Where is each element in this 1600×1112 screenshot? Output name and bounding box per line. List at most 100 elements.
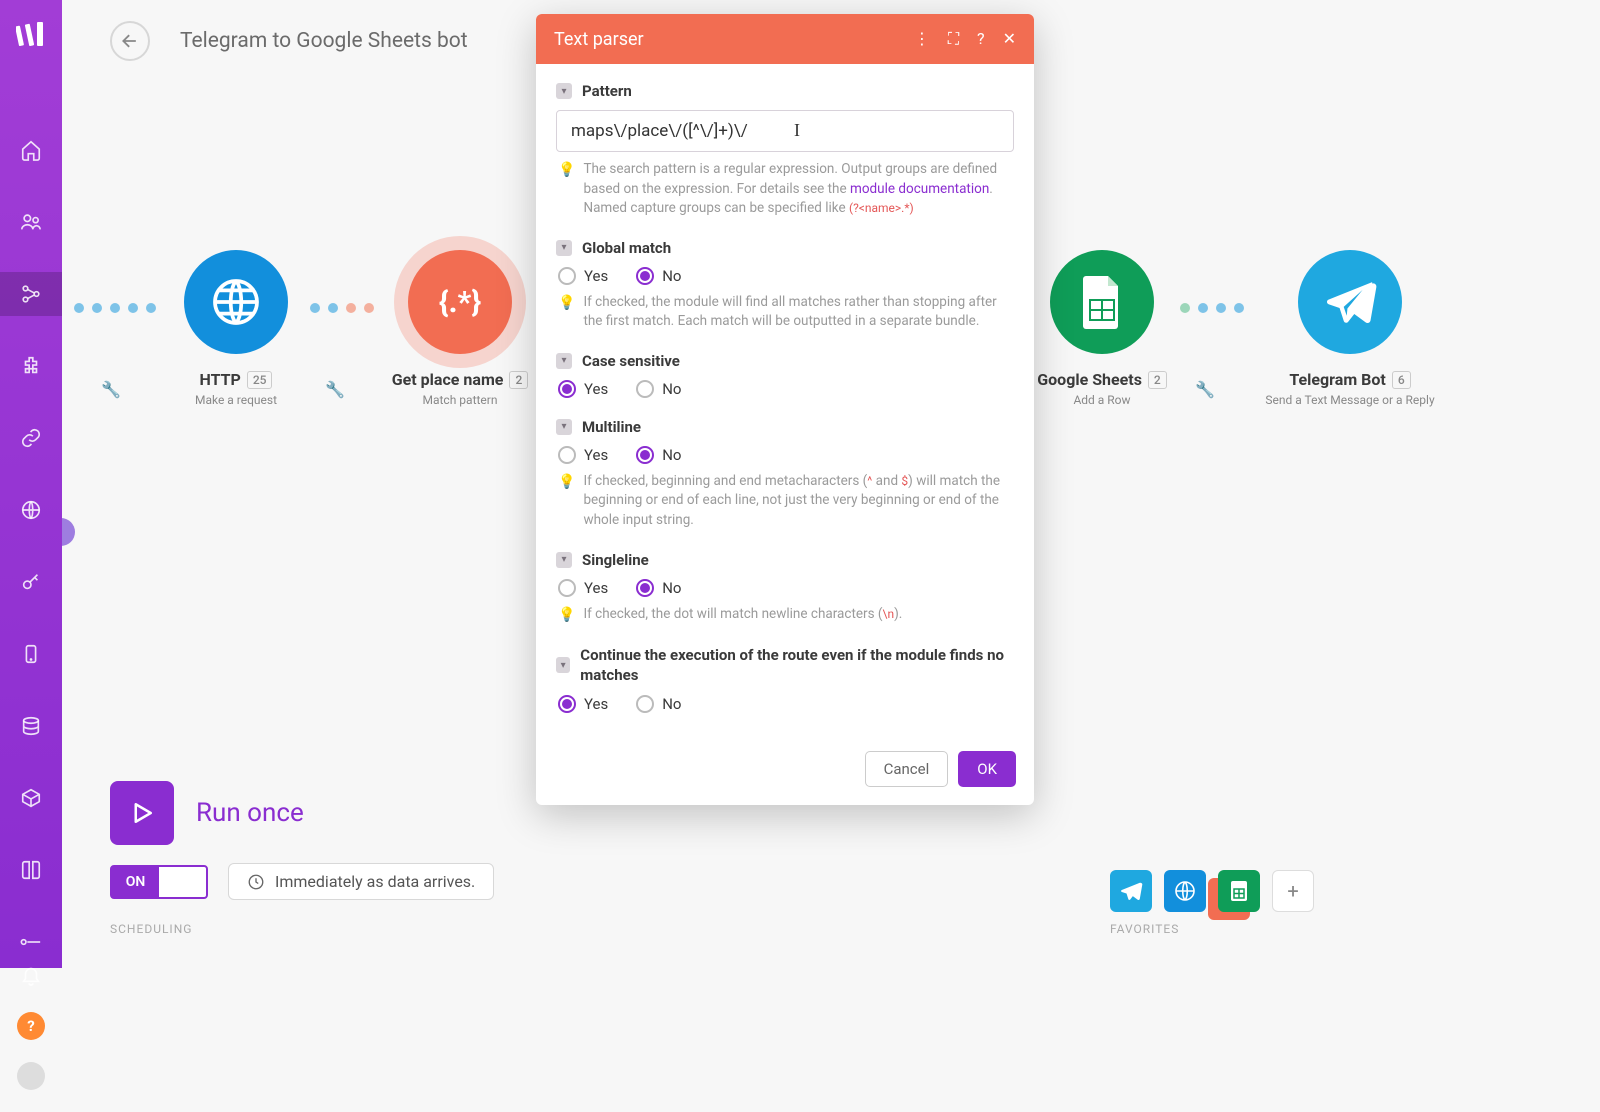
node-parser-circle[interactable]: {.*} xyxy=(408,250,512,354)
multiline-yes[interactable]: Yes xyxy=(558,446,608,464)
nav-datastructures[interactable] xyxy=(0,776,62,820)
sidebar-nav xyxy=(0,128,62,964)
field-global: ▾ Global match Yes No 💡 If checked, the … xyxy=(556,239,1014,332)
badge: 2 xyxy=(1148,371,1167,389)
schedule-pill[interactable]: Immediately as data arrives. xyxy=(228,863,494,900)
node-telegram-sublabel: Send a Text Message or a Reply xyxy=(1265,393,1434,407)
fav-sheets[interactable] xyxy=(1218,870,1260,912)
global-hint: 💡 If checked, the module will find all m… xyxy=(556,293,1014,332)
nav-scenarios[interactable] xyxy=(0,272,62,316)
close-icon[interactable]: ✕ xyxy=(1003,29,1016,49)
toggle-on-label: ON xyxy=(112,867,159,897)
collapse-toggle[interactable]: ▾ xyxy=(556,657,570,673)
fav-telegram[interactable] xyxy=(1110,870,1152,912)
schedule-text: Immediately as data arrives. xyxy=(275,872,475,891)
nav-webhooks[interactable] xyxy=(0,488,62,532)
singleline-no[interactable]: No xyxy=(636,579,681,597)
schedule-row: ON Immediately as data arrives. xyxy=(110,863,494,900)
node-parser-sublabel: Match pattern xyxy=(423,393,498,407)
multiline-hint: 💡 If checked, beginning and end metachar… xyxy=(556,472,1014,531)
nav-home[interactable] xyxy=(0,128,62,172)
fav-add[interactable]: + xyxy=(1272,870,1314,912)
node-sheets[interactable]: 🔧 Google Sheets2 Add a Row xyxy=(1022,250,1182,407)
node-telegram[interactable]: 🔧 Telegram Bot6 Send a Text Message or a… xyxy=(1250,250,1450,407)
collapse-toggle[interactable]: ▾ xyxy=(556,83,572,99)
lightbulb-icon: 💡 xyxy=(558,160,575,219)
continue-no[interactable]: No xyxy=(636,695,681,713)
back-button[interactable] xyxy=(110,21,150,61)
node-http-circle[interactable] xyxy=(184,250,288,354)
dialog-header[interactable]: Text parser ⋮ ⛶ ? ✕ xyxy=(536,14,1034,64)
continue-yes[interactable]: Yes xyxy=(558,695,608,713)
field-multiline: ▾ Multiline Yes No 💡 If checked, beginni… xyxy=(556,418,1014,531)
wrench-icon[interactable]: 🔧 xyxy=(101,380,121,399)
pattern-hint: 💡 The search pattern is a regular expres… xyxy=(556,160,1014,219)
singleline-yes[interactable]: Yes xyxy=(558,579,608,597)
svg-text:{.*}: {.*} xyxy=(439,285,482,320)
node-sheets-sublabel: Add a Row xyxy=(1073,393,1130,407)
user-avatar[interactable] xyxy=(17,1062,45,1090)
dialog-title: Text parser xyxy=(554,29,914,50)
multiline-label: Multiline xyxy=(582,418,641,436)
fav-http[interactable] xyxy=(1164,870,1206,912)
badge: 25 xyxy=(247,371,273,389)
menu-icon[interactable]: ⋮ xyxy=(914,29,930,49)
singleline-hint: 💡 If checked, the dot will match newline… xyxy=(556,605,1014,625)
global-no[interactable]: No xyxy=(636,267,681,285)
node-telegram-label: Telegram Bot6 xyxy=(1289,370,1410,389)
case-label: Case sensitive xyxy=(582,352,680,370)
collapse-toggle[interactable]: ▾ xyxy=(556,419,572,435)
field-pattern: ▾ Pattern I 💡 The search pattern is a re… xyxy=(556,82,1014,219)
help-button[interactable]: ? xyxy=(17,1012,45,1040)
sidebar-bottom: ? xyxy=(17,964,45,1112)
node-sheets-circle[interactable] xyxy=(1050,250,1154,354)
multiline-no[interactable]: No xyxy=(636,446,681,464)
text-cursor-icon: I xyxy=(794,120,800,141)
run-row: Run once xyxy=(110,781,494,845)
schedule-toggle[interactable]: ON xyxy=(110,865,208,899)
favorites: + FAVORITES xyxy=(1110,870,1314,936)
connector-dots xyxy=(74,302,156,314)
ok-button[interactable]: OK xyxy=(958,751,1016,787)
collapse-toggle[interactable]: ▾ xyxy=(556,552,572,568)
nav-templates[interactable] xyxy=(0,344,62,388)
nav-more[interactable] xyxy=(0,920,62,964)
node-telegram-circle[interactable] xyxy=(1298,250,1402,354)
nav-devices[interactable] xyxy=(0,632,62,676)
pattern-input[interactable] xyxy=(556,110,1014,152)
case-yes[interactable]: Yes xyxy=(558,380,608,398)
node-parser[interactable]: 🔧 {.*} Get place name2 Match pattern xyxy=(380,250,540,407)
connector-dots xyxy=(310,302,374,314)
collapse-toggle[interactable]: ▾ xyxy=(556,353,572,369)
expand-icon[interactable]: ⛶ xyxy=(948,29,959,49)
case-no[interactable]: No xyxy=(636,380,681,398)
nav-team[interactable] xyxy=(0,200,62,244)
scenario-title[interactable]: Telegram to Google Sheets bot xyxy=(180,29,468,53)
continue-label: Continue the execution of the route even… xyxy=(580,645,1014,686)
cancel-button[interactable]: Cancel xyxy=(865,751,949,787)
wrench-icon[interactable]: 🔧 xyxy=(325,380,345,399)
field-case: ▾ Case sensitive Yes No xyxy=(556,352,1014,398)
global-label: Global match xyxy=(582,239,671,257)
node-sheets-label: Google Sheets2 xyxy=(1037,370,1167,389)
run-once-button[interactable] xyxy=(110,781,174,845)
nav-docs[interactable] xyxy=(0,848,62,892)
global-yes[interactable]: Yes xyxy=(558,267,608,285)
run-once-label: Run once xyxy=(196,798,304,828)
nav-keys[interactable] xyxy=(0,560,62,604)
lightbulb-icon: 💡 xyxy=(558,472,575,531)
connector-dots xyxy=(1180,302,1244,314)
bottom-controls: Run once ON Immediately as data arrives.… xyxy=(110,781,494,936)
nav-datastores[interactable] xyxy=(0,704,62,748)
singleline-label: Singleline xyxy=(582,551,649,569)
help-icon[interactable]: ? xyxy=(977,29,985,49)
clock-icon xyxy=(247,873,265,891)
documentation-link[interactable]: module documentation xyxy=(850,181,989,197)
collapse-toggle[interactable]: ▾ xyxy=(556,240,572,256)
node-http[interactable]: 🔧 HTTP25 Make a request xyxy=(156,250,316,407)
make-logo[interactable] xyxy=(15,22,47,48)
field-singleline: ▾ Singleline Yes No 💡 If checked, the do… xyxy=(556,551,1014,625)
wrench-icon[interactable]: 🔧 xyxy=(1195,380,1215,399)
badge: 6 xyxy=(1392,371,1411,389)
nav-connections[interactable] xyxy=(0,416,62,460)
